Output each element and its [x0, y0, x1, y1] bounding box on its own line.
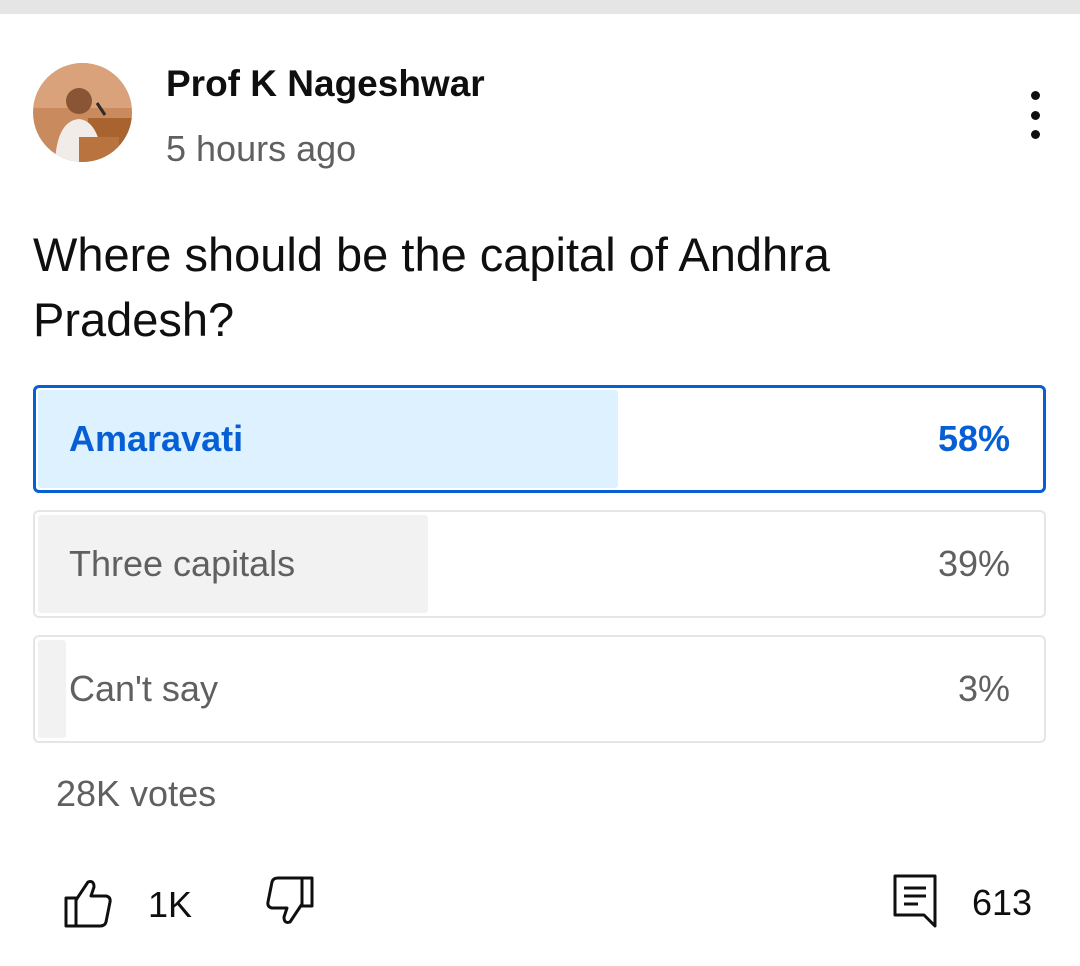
top-divider — [0, 0, 1080, 14]
poll-option[interactable]: Amaravati 58% — [33, 385, 1046, 493]
more-options-button[interactable] — [1015, 85, 1055, 145]
poll-option-label: Amaravati — [69, 418, 244, 459]
poll-option-percent: 39% — [937, 543, 1010, 584]
poll-option-percent: 58% — [937, 418, 1010, 459]
poll-option-label: Can't say — [69, 668, 218, 709]
poll-option[interactable]: Three capitals 39% — [33, 510, 1046, 618]
comments-button[interactable]: 613 — [892, 873, 1033, 934]
poll-option-percent: 3% — [957, 668, 1010, 709]
thumb-down-icon — [262, 876, 314, 931]
avatar[interactable] — [33, 63, 132, 162]
more-vert-icon-dot — [1030, 130, 1040, 139]
comment-icon — [892, 873, 938, 934]
vote-count: 28K votes — [56, 773, 217, 814]
poll-option-label: Three capitals — [69, 543, 296, 584]
comment-count: 613 — [972, 882, 1033, 923]
dislike-button[interactable] — [262, 876, 314, 931]
thumb-up-icon — [64, 878, 112, 933]
more-vert-icon — [1030, 91, 1040, 100]
like-count: 1K — [148, 884, 193, 925]
like-button[interactable]: 1K — [64, 878, 193, 933]
poll-result-bar — [38, 640, 66, 738]
poll-question: Where should be the capital of Andhra Pr… — [33, 228, 830, 346]
post-timestamp: 5 hours ago — [166, 128, 357, 169]
poll-option[interactable]: Can't say 3% — [33, 635, 1046, 743]
more-vert-icon-dot — [1030, 110, 1040, 120]
channel-name[interactable]: Prof K Nageshwar — [166, 63, 485, 105]
